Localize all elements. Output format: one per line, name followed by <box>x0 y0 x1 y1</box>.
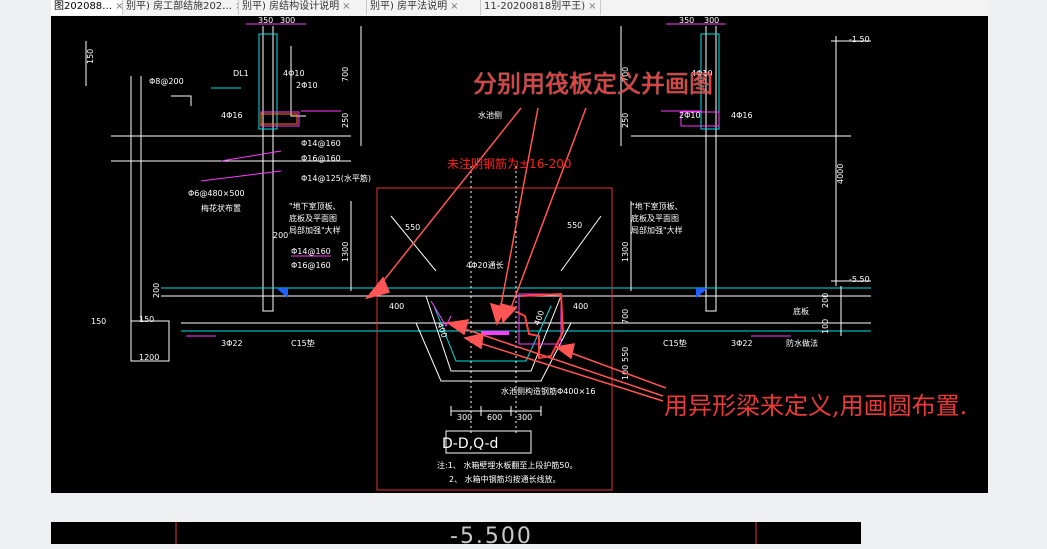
tab-label: 别平) 房结构设计说明 <box>242 1 340 12</box>
dim-label: 300 <box>704 16 719 25</box>
dim-label: 200 <box>821 293 830 308</box>
rebar-label: 防水做法 <box>786 338 818 348</box>
section-title: D-D,Q-d <box>442 436 498 452</box>
rebar-label: C15垫 <box>291 338 315 348</box>
document-tab-bar: 图202088…× 别平) 房工部结施202…× 别平) 房结构设计说明× 别平… <box>51 0 988 17</box>
dim-label: 200 <box>152 283 161 298</box>
center-label: 水池侧 <box>478 110 502 120</box>
rebar-label: Φ8@200 <box>149 77 184 86</box>
close-icon[interactable]: × <box>115 1 122 12</box>
dim-label: 250 <box>621 113 630 128</box>
dim-label: 300 <box>517 413 532 422</box>
tab-drawing-2[interactable]: 别平) 房工部结施202…× <box>123 0 239 15</box>
rebar-label: Φ16@160 <box>301 154 341 163</box>
dim-label: 300 <box>280 16 295 25</box>
annotation-raft-define: 分别用筏板定义并画图 <box>473 70 713 98</box>
elevation-label: -1.50 <box>849 35 870 44</box>
dim-label: 300 <box>457 413 472 422</box>
rebar-label: 200 <box>273 231 288 240</box>
tab-label: 别平) 房平法说明 <box>370 1 448 12</box>
unmarked-rebar-note: 未注明钢筋为±16-200 <box>447 157 572 171</box>
rebar-label: 3Φ22 <box>221 339 243 348</box>
dim-label: 1300 <box>341 242 350 262</box>
dim-label: 700 <box>341 67 350 82</box>
note-left: "地下室顶板、 <box>289 201 341 211</box>
dim-label: 550 <box>567 221 582 230</box>
dim-label: 1300 <box>621 242 630 262</box>
rebar-label: Φ14@160 <box>301 139 341 148</box>
rebar-label: DL1 <box>233 69 249 78</box>
dim-label: 150 <box>91 317 106 326</box>
dim-label: 1200 <box>139 353 159 362</box>
note-right: "地下室顶板、 <box>631 201 683 211</box>
dim-label: 100 <box>821 319 830 334</box>
dim-label: 150 <box>139 315 154 324</box>
dim-label: 700 <box>621 309 630 324</box>
drawing-note: 2、 水箱中钢筋均按通长线放。 <box>449 474 561 484</box>
tab-drawing-3[interactable]: 别平) 房结构设计说明 × <box>239 0 367 15</box>
note-right: 底板及平面图 <box>631 213 679 223</box>
rebar-label: 4Φ16 <box>731 111 753 120</box>
tab-label: 别平) 房工部结施202… <box>126 1 233 12</box>
dim-label: 150 <box>86 49 95 64</box>
dim-label: 350 <box>679 16 694 25</box>
rebar-label: Φ6@480×500 <box>188 189 245 198</box>
drawing-note: 注:1、 水箱壁埋水板翻至上段护筋50。 <box>437 460 578 470</box>
rebar-label: 2Φ10 <box>679 111 701 120</box>
dim-label: 400 <box>573 302 588 311</box>
annotation-beam-define: 用异形梁来定义,用画圆布置. <box>664 392 968 420</box>
tab-label: 11-20200818别平王) <box>484 1 586 12</box>
dim-label: 600 <box>487 413 502 422</box>
close-icon[interactable]: × <box>342 1 350 12</box>
note-right: 局部加强"大样 <box>631 225 683 235</box>
dim-label: 350 <box>258 16 273 25</box>
rebar-label: C15垫 <box>663 338 687 348</box>
dim-label: 4000 <box>836 164 845 184</box>
rebar-label: 底板 <box>793 306 809 316</box>
rebar-label: 4Φ16 <box>221 111 243 120</box>
dim-label: 400 <box>389 302 404 311</box>
rebar-label: 2Φ10 <box>296 81 318 90</box>
dim-label: 550 <box>405 223 420 232</box>
close-icon[interactable]: × <box>588 1 596 12</box>
rebar-label: 3Φ22 <box>731 339 753 348</box>
section-elevation-title: -5.500 <box>450 524 533 549</box>
rebar-label: 梅花状布置 <box>201 203 241 213</box>
center-label: 水池侧构造钢筋Φ400×16 <box>501 386 595 396</box>
note-left: 底板及平面图 <box>289 213 337 223</box>
rebar-label: Φ16@160 <box>291 261 331 270</box>
dim-label: 250 <box>341 113 350 128</box>
tab-drawing-5[interactable]: 11-20200818别平王) × <box>481 0 601 15</box>
dim-label: 400 <box>532 309 546 326</box>
tab-drawing-4[interactable]: 别平) 房平法说明 × <box>367 0 481 15</box>
rebar-label: 4Φ10 <box>283 69 305 78</box>
dim-label: 550 <box>621 347 630 362</box>
tab-drawing-1[interactable]: 图202088… × <box>51 0 123 15</box>
elevation-label: -5.50 <box>849 275 870 284</box>
center-label: 4Φ20通长 <box>466 260 504 270</box>
rebar-label: Φ14@125(水平筋) <box>301 173 371 183</box>
note-left: 局部加强"大样 <box>289 225 341 235</box>
rebar-label: Φ14@160 <box>291 247 331 256</box>
tab-label: 图202088… <box>54 1 113 12</box>
close-icon[interactable]: × <box>450 1 458 12</box>
